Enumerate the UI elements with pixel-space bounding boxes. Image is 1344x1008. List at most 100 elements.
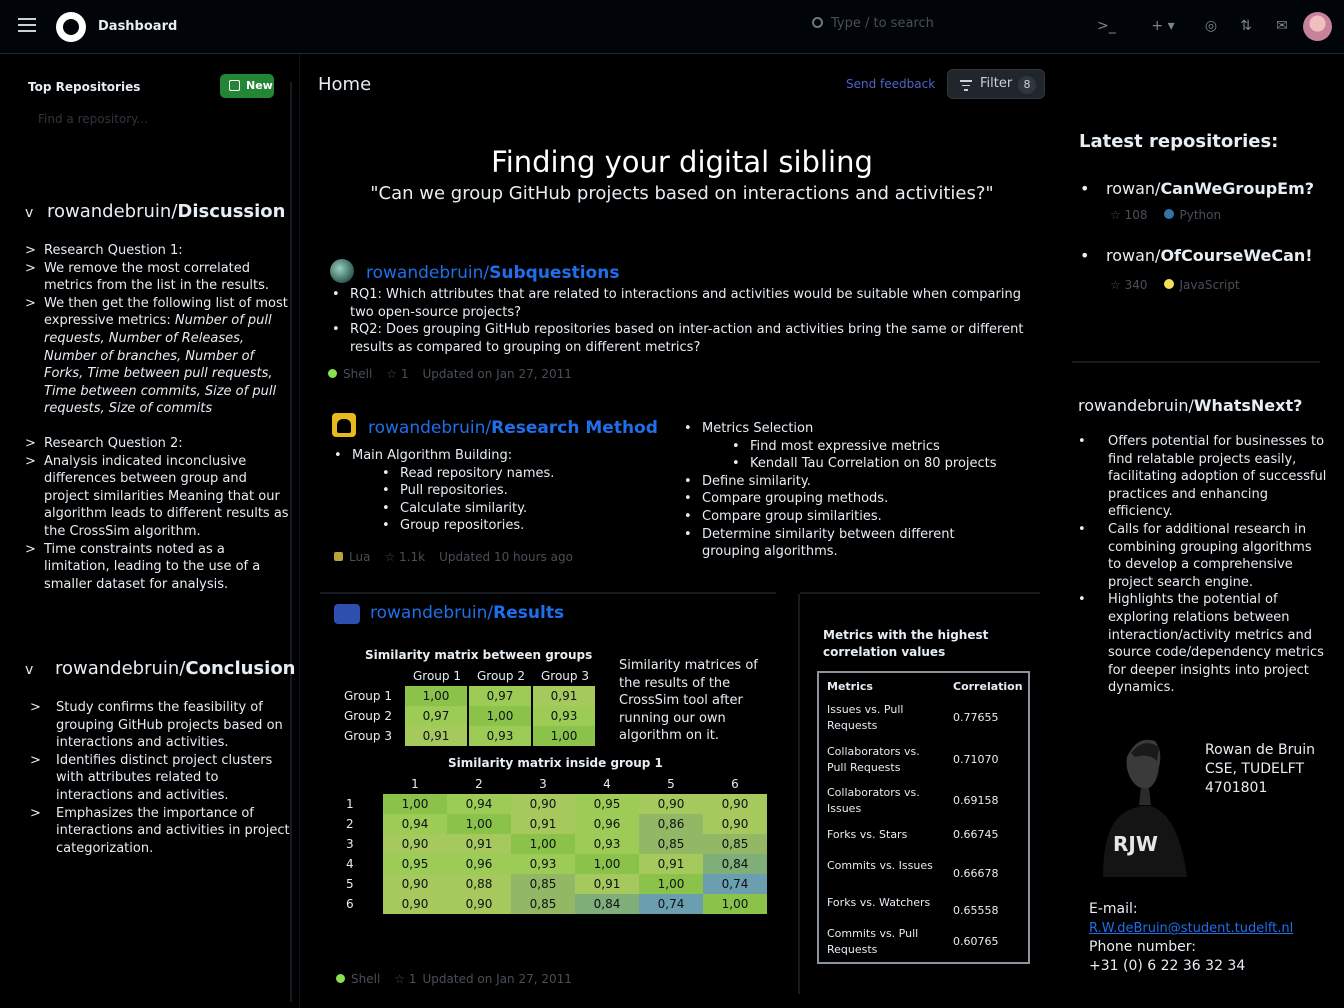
research-method-avatar[interactable] <box>332 413 356 437</box>
matrix-column-header: 3 <box>539 777 547 791</box>
subquestions-meta: Shell ☆ 1 Updated on Jan 27, 2011 <box>328 367 572 381</box>
discussion-name: Discussion <box>177 201 286 222</box>
matrix-row-header: Group 2 <box>344 709 392 723</box>
matrix-cell: 0,90 <box>639 794 703 814</box>
subquestions-avatar[interactable] <box>330 259 354 283</box>
matrix-column-header: Group 3 <box>541 669 589 683</box>
star-count: 108 <box>1124 208 1148 222</box>
profile-photo: RJW <box>1103 739 1187 877</box>
page-title: Home <box>318 74 372 95</box>
sidebar-scrollbar[interactable] <box>290 82 292 1002</box>
matrix-cell: 0,91 <box>639 854 703 874</box>
discussion-list: Research Question 1: We remove the most … <box>25 242 289 593</box>
conclusion-owner: rowandebruin/ <box>55 658 186 679</box>
repo-name: WhatsNext? <box>1193 396 1303 415</box>
repo-owner: rowan/ <box>1106 246 1161 265</box>
list-item: RQ2: Does grouping GitHub repositories b… <box>330 321 1030 356</box>
star-icon[interactable]: ☆ <box>394 972 405 986</box>
find-repository-input[interactable]: Find a repository... <box>28 108 280 132</box>
results-note: Similarity matrices of the results of th… <box>619 658 758 744</box>
repo-owner: rowandebruin/ <box>366 263 490 283</box>
list-item: Research Question 2: <box>25 435 289 453</box>
matrix-cell: 0,84 <box>703 854 767 874</box>
subquestions-list: RQ1: Which attributes that are related t… <box>330 286 1030 356</box>
pull-requests-icon[interactable]: ⇅ <box>1238 18 1254 34</box>
subquestions-repo-link[interactable]: rowandebruin/Subquestions <box>366 263 619 283</box>
star-icon[interactable]: ☆ <box>386 367 397 381</box>
correlation-value: 0.60765 <box>953 935 999 948</box>
matrix-cell: 0,90 <box>703 794 767 814</box>
matrix-cell: 0,86 <box>639 814 703 834</box>
matrix-cell: 0,90 <box>703 814 767 834</box>
latest-repo-link[interactable]: • rowan/CanWeGroupEm? <box>1080 179 1314 198</box>
results-meta: Shell ☆ 1 Updated on Jan 27, 2011 <box>336 972 572 986</box>
star-icon[interactable]: ☆ <box>384 550 395 564</box>
list-item: Emphasizes the importance of interaction… <box>30 805 292 858</box>
correlation-value: 0.71070 <box>953 753 999 766</box>
correlation-value: 0.69158 <box>953 794 999 807</box>
hamburger-menu-icon[interactable] <box>18 18 36 32</box>
matrix-cell: 0,85 <box>703 834 767 854</box>
language-color-icon <box>328 369 337 378</box>
matrix-cell: 1,00 <box>639 874 703 894</box>
results-avatar[interactable] <box>334 604 360 624</box>
profile-student-id: 4701801 <box>1205 780 1268 796</box>
filter-button[interactable]: Filter 8 <box>947 69 1045 99</box>
matrix-cell: 0,90 <box>447 894 511 914</box>
language-color-icon <box>1163 209 1174 219</box>
whatsnext-repo-link[interactable]: rowandebruin/WhatsNext? <box>1078 396 1302 415</box>
search-input[interactable]: Type / to search <box>812 16 1092 38</box>
page-context-title[interactable]: Dashboard <box>98 19 177 34</box>
list-item: Determine similarity between different g… <box>682 526 1012 561</box>
updated-time: Updated 10 hours ago <box>439 550 573 564</box>
discussion-heading[interactable]: v rowandebruin/Discussion <box>25 201 285 222</box>
github-logo-icon[interactable] <box>56 12 86 42</box>
discussion-owner: rowandebruin/ <box>47 201 178 222</box>
phone-number: +31 (0) 6 22 36 32 34 <box>1089 958 1246 974</box>
search-placeholder: Type / to search <box>831 16 934 31</box>
matrix-cell: 0,90 <box>511 794 575 814</box>
matrix-cell: 0,90 <box>383 874 447 894</box>
star-icon[interactable]: ☆ <box>1110 278 1121 292</box>
conclusion-heading[interactable]: v rowandebruin/Conclusion <box>25 658 296 679</box>
research-method-list-right: Metrics Selection Find most expressive m… <box>682 420 1012 561</box>
latest-repo-link[interactable]: • rowan/OfCourseWeCan! <box>1080 246 1313 265</box>
chevron-down-icon[interactable]: v <box>25 662 47 678</box>
repo-owner: rowandebruin/ <box>368 418 492 438</box>
star-icon[interactable]: ☆ <box>1110 208 1121 222</box>
email-link[interactable]: R.W.deBruin@student.tudelft.nl <box>1089 919 1293 938</box>
matrix-row-header: 2 <box>346 817 354 831</box>
create-new-icon[interactable]: + ▾ <box>1150 18 1176 34</box>
search-icon <box>812 17 823 28</box>
latest-repositories-heading: Latest repositories: <box>1079 131 1279 152</box>
profile-name: Rowan de Bruin <box>1205 742 1315 758</box>
matrix-cell: 1,00 <box>383 794 447 814</box>
inbox-icon[interactable]: ✉ <box>1274 18 1290 34</box>
user-avatar[interactable] <box>1303 12 1332 41</box>
correlation-metric: Collaborators vs. Issues <box>827 786 920 815</box>
chevron-down-icon[interactable]: v <box>25 205 47 221</box>
profile-department: CSE, TUDELFT <box>1205 761 1304 777</box>
list-item: Research Question 1: <box>25 242 289 260</box>
divider <box>1072 361 1320 363</box>
matrix-cell: 0,96 <box>447 854 511 874</box>
poster-subheadline: "Can we group GitHub projects based on i… <box>370 183 994 204</box>
new-repository-button[interactable]: New <box>220 74 274 98</box>
correlation-metric: Forks vs. Stars <box>827 828 908 841</box>
results-repo-link[interactable]: rowandebruin/Results <box>370 603 564 623</box>
matrix-cell: 0,93 <box>575 834 639 854</box>
list-item: Identifies distinct project clusters wit… <box>30 752 292 805</box>
filter-label: Filter <box>980 76 1013 91</box>
updated-time: Updated on Jan 27, 2011 <box>422 972 572 986</box>
list-subitem: Pull repositories. <box>332 482 662 500</box>
star-count: 1 <box>408 972 417 986</box>
language-color-icon <box>336 974 345 983</box>
matrix-cell: 0,97 <box>405 706 467 726</box>
issues-icon[interactable]: ◎ <box>1203 18 1219 34</box>
repo-name: Subquestions <box>489 263 620 283</box>
research-method-repo-link[interactable]: rowandebruin/Research Method <box>368 418 658 438</box>
send-feedback-link[interactable]: Send feedback <box>846 77 935 91</box>
phone-label: Phone number: <box>1089 939 1196 955</box>
matrix-cell: 1,00 <box>447 814 511 834</box>
command-palette-icon[interactable]: >_ <box>1097 18 1116 34</box>
